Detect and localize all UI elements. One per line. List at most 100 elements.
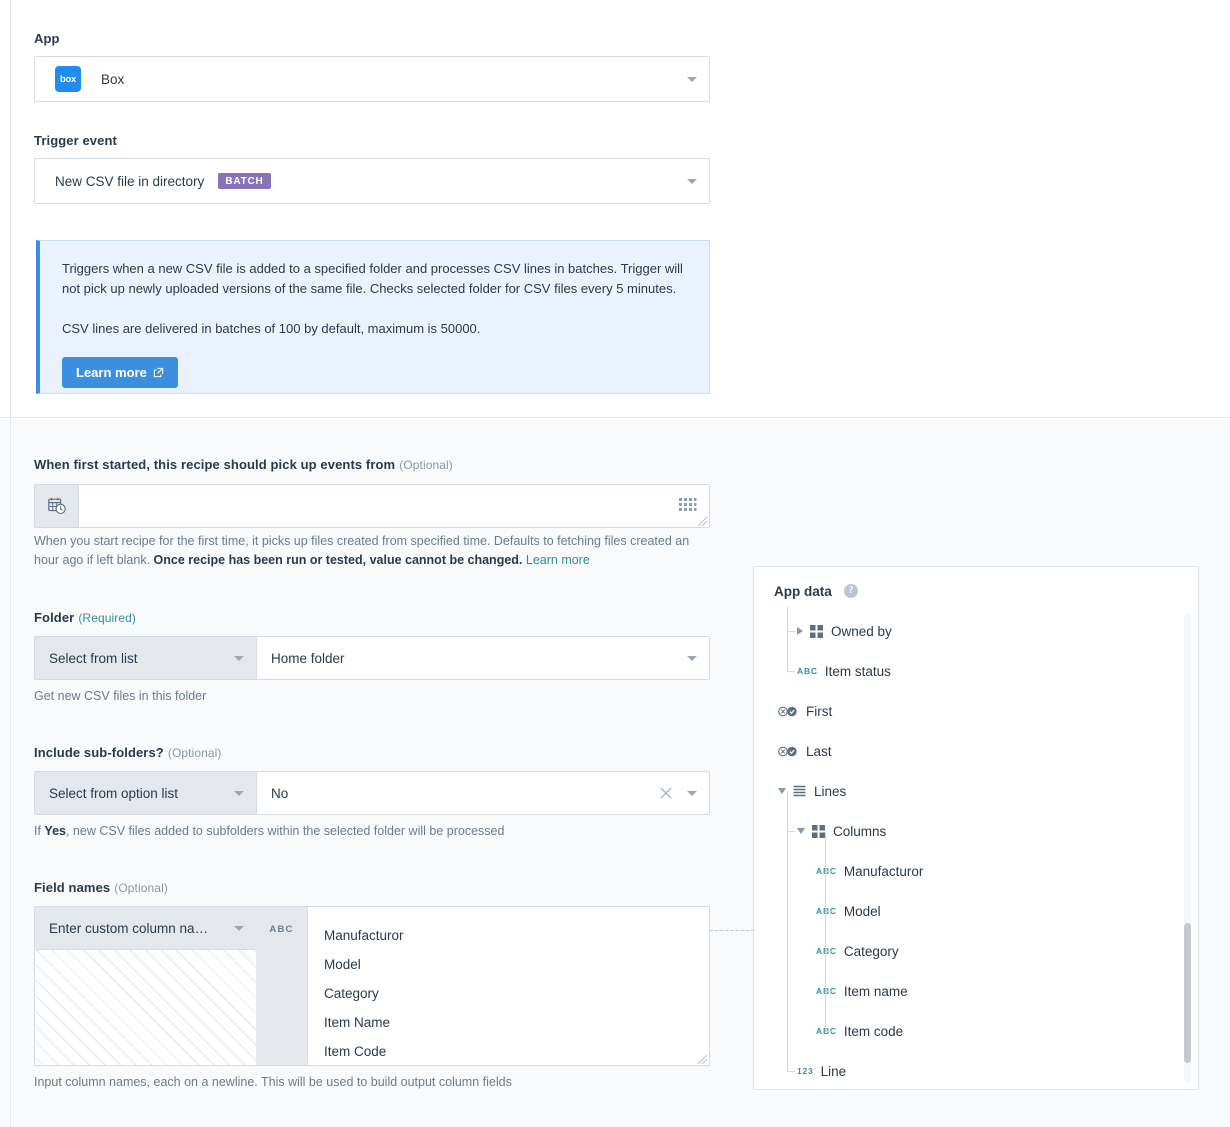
folder-mode-value: Select from list [49, 651, 138, 666]
number-icon: 123 [797, 1066, 814, 1076]
section-rail-top [10, 0, 11, 419]
tree-item-last[interactable]: Last [778, 740, 832, 762]
subfolders-mode-value: Select from option list [49, 786, 178, 801]
batch-badge: BATCH [218, 173, 270, 189]
tree-guide-line [787, 791, 788, 1071]
tree-item-columns[interactable]: Columns [797, 820, 886, 842]
chevron-down-icon[interactable] [778, 788, 786, 794]
tree-guide-line [825, 911, 833, 912]
tree-item-line[interactable]: 123 Line [797, 1060, 846, 1082]
field-names-hint: Input column names, each on a newline. T… [34, 1073, 512, 1092]
chevron-down-icon[interactable] [234, 926, 244, 931]
tree-item-label: Line [821, 1064, 847, 1079]
tree-item-first[interactable]: First [778, 700, 832, 722]
subfolders-hint-suffix: , new CSV files added to subfolders with… [66, 824, 504, 838]
abc-string-icon: ABC [256, 907, 308, 1065]
tree-guide-line [825, 991, 833, 992]
subfolders-label: Include sub-folders? (Optional) [34, 745, 222, 760]
folder-value-text: Home folder [271, 651, 345, 666]
folder-label-text: Folder [34, 610, 74, 625]
trigger-event-value: New CSV file in directory [55, 174, 204, 189]
tree-guide-line [825, 1031, 833, 1032]
trigger-event-select[interactable]: New CSV file in directory BATCH [34, 158, 710, 204]
learn-more-label: Learn more [76, 365, 147, 380]
chevron-down-icon[interactable] [687, 656, 697, 661]
help-circle-icon[interactable]: ? [844, 584, 858, 598]
learn-more-button[interactable]: Learn more [62, 357, 178, 388]
tree-item-label: Last [806, 744, 832, 759]
field-mapping-connector [710, 930, 754, 931]
tree-guide-line [825, 831, 826, 1031]
start-from-learn-more-link[interactable]: Learn more [526, 553, 590, 567]
abc-string-icon: ABC [797, 666, 818, 676]
external-link-icon [153, 367, 164, 378]
optional-tag: (Optional) [399, 458, 453, 472]
boolean-icon [778, 746, 798, 757]
trigger-label-text: Trigger event [34, 133, 117, 148]
field-name-line: Item Code [324, 1037, 693, 1066]
subfolders-value-text: No [271, 786, 288, 801]
chevron-down-icon[interactable] [687, 791, 697, 796]
start-from-hint-bold: Once recipe has been run or tested, valu… [154, 553, 523, 567]
app-select-value: Box [101, 72, 124, 87]
field-names-textarea[interactable]: ManufacturorModelCategoryItem NameItem C… [308, 907, 709, 1065]
tree-item-lines[interactable]: Lines [778, 780, 846, 802]
field-names-mode-select[interactable]: Enter custom column na… [34, 906, 256, 950]
subfolders-value-select[interactable]: No [256, 771, 710, 815]
start-from-hint: When you start recipe for the first time… [34, 532, 706, 570]
tree-guide-line [787, 1071, 795, 1072]
subfolders-row: Select from option list No [34, 771, 710, 815]
chevron-right-icon[interactable] [797, 627, 803, 635]
chevron-down-icon[interactable] [797, 828, 805, 834]
resize-handle[interactable] [698, 1055, 707, 1064]
field-names-row: Enter custom column na… ABC Manufacturor… [34, 906, 710, 1066]
tree-item-item-status[interactable]: ABC Item status [797, 660, 891, 682]
trigger-description-callout: Triggers when a new CSV file is added to… [36, 240, 710, 394]
field-name-line: Manufacturor [324, 921, 693, 950]
field-names-label-text: Field names [34, 880, 110, 895]
start-from-label: When first started, this recipe should p… [34, 457, 453, 472]
recipe-trigger-config-page: App box Box Trigger event New CSV file i… [0, 0, 1230, 1127]
chevron-down-icon[interactable] [234, 656, 244, 661]
app-data-title: App data [774, 584, 832, 599]
close-icon[interactable] [659, 786, 673, 800]
start-from-input[interactable] [79, 485, 667, 527]
folder-value-select[interactable]: Home folder [256, 636, 710, 680]
app-data-panel: App data ? Owned by ABC Item status First La… [753, 566, 1199, 1090]
tree-guide-line [787, 671, 795, 672]
tree-guide-line [787, 631, 795, 632]
subfolders-label-text: Include sub-folders? [34, 745, 164, 760]
field-names-mode-value: Enter custom column na… [49, 921, 208, 936]
field-names-label: Field names(Optional) [34, 880, 168, 895]
tree-item-label: Lines [814, 784, 846, 799]
optional-tag: (Optional) [168, 746, 222, 760]
chevron-down-icon[interactable] [687, 179, 697, 184]
field-names-textarea-wrap[interactable]: ABC ManufacturorModelCategoryItem NameIt… [256, 906, 710, 1066]
start-from-input-wrap [34, 484, 710, 528]
folder-row: Select from list Home folder [34, 636, 710, 680]
chevron-down-icon[interactable] [234, 791, 244, 796]
app-data-tree[interactable]: Owned by ABC Item status First Last Lines Colu… [755, 607, 1199, 1089]
app-label-text: App [34, 31, 60, 46]
field-name-line: Model [324, 950, 693, 979]
object-grid-icon [810, 625, 823, 638]
panel-scrollbar-thumb[interactable] [1184, 923, 1191, 1063]
field-names-disabled-area [34, 950, 256, 1066]
tree-item-label: Item code [844, 1024, 903, 1039]
tree-guide-line [825, 951, 833, 952]
tree-item-label: Item status [825, 664, 891, 679]
list-icon [793, 785, 806, 798]
calendar-clock-icon[interactable] [35, 485, 79, 527]
field-name-line: Item Name [324, 1008, 693, 1037]
start-from-label-text: When first started, this recipe should p… [34, 457, 395, 472]
tree-item-label: Category [844, 944, 899, 959]
subfolders-mode-select[interactable]: Select from option list [34, 771, 256, 815]
tree-guide-line [787, 607, 788, 671]
resize-handle[interactable] [698, 517, 707, 526]
required-tag: (Required) [78, 611, 136, 625]
tree-item-owned-by[interactable]: Owned by [797, 620, 892, 642]
app-select[interactable]: box Box [34, 56, 710, 102]
section-rail-bottom [10, 419, 11, 1127]
folder-mode-select[interactable]: Select from list [34, 636, 256, 680]
chevron-down-icon[interactable] [687, 77, 697, 82]
